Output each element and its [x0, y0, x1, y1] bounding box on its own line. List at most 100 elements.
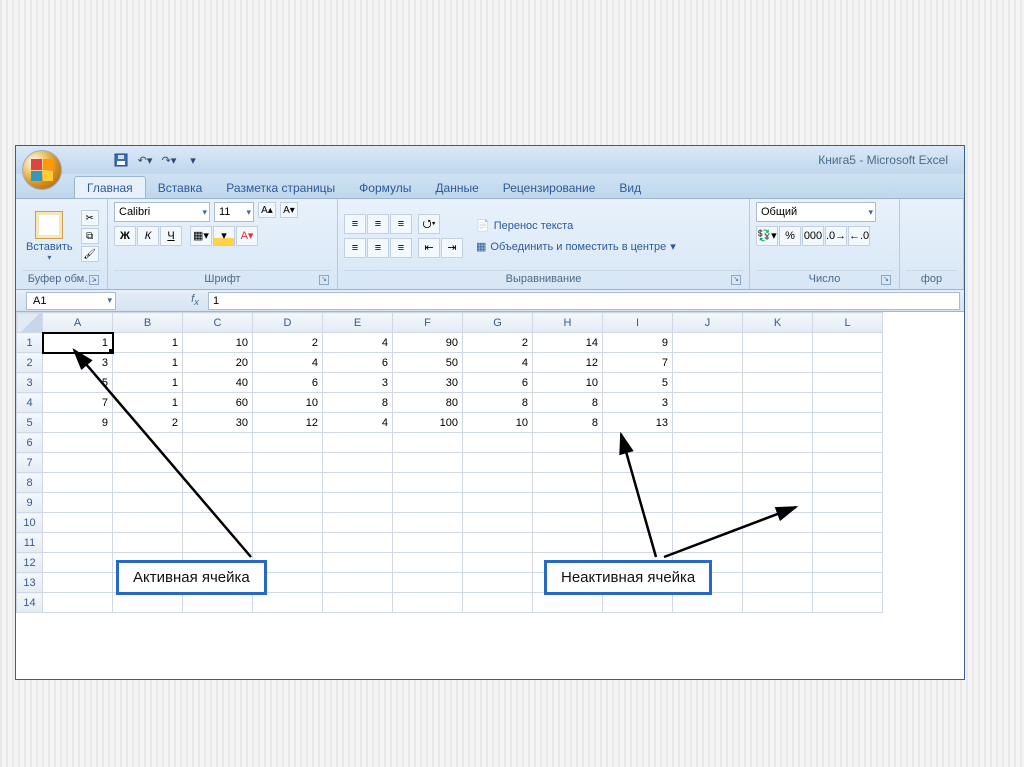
merge-center-button[interactable]: ▦ Объединить и поместить в центре ▾: [471, 237, 681, 256]
cell[interactable]: [673, 393, 743, 413]
cell[interactable]: [673, 533, 743, 553]
column-header[interactable]: F: [393, 313, 463, 333]
cell[interactable]: [463, 573, 533, 593]
cell[interactable]: [43, 453, 113, 473]
cell[interactable]: [183, 513, 253, 533]
cell[interactable]: [673, 413, 743, 433]
cell[interactable]: 2: [253, 333, 323, 353]
cell[interactable]: [393, 453, 463, 473]
cell[interactable]: [253, 513, 323, 533]
cell[interactable]: [253, 433, 323, 453]
column-header[interactable]: B: [113, 313, 183, 333]
cell[interactable]: [813, 473, 883, 493]
cell[interactable]: 12: [533, 353, 603, 373]
select-all-corner[interactable]: [17, 313, 43, 333]
cell[interactable]: [393, 533, 463, 553]
cell[interactable]: 5: [43, 373, 113, 393]
cell[interactable]: [813, 533, 883, 553]
font-color-button[interactable]: A▾: [236, 226, 258, 246]
cell[interactable]: [183, 533, 253, 553]
cell[interactable]: 6: [323, 353, 393, 373]
font-size-combo[interactable]: 11: [214, 202, 254, 222]
tab-data[interactable]: Данные: [423, 177, 490, 198]
row-header[interactable]: 8: [17, 473, 43, 493]
undo-icon[interactable]: ↶▾: [136, 151, 154, 169]
cell[interactable]: [533, 513, 603, 533]
increase-decimal-icon[interactable]: .0→: [825, 226, 847, 246]
redo-icon[interactable]: ↷▾: [160, 151, 178, 169]
cell[interactable]: 1: [113, 393, 183, 413]
formula-input[interactable]: 1: [208, 292, 960, 310]
cell[interactable]: [743, 333, 813, 353]
cell[interactable]: [673, 493, 743, 513]
cell[interactable]: [533, 533, 603, 553]
currency-button[interactable]: 💱▾: [756, 226, 778, 246]
row-header[interactable]: 7: [17, 453, 43, 473]
cell[interactable]: 3: [323, 373, 393, 393]
align-right-icon[interactable]: ≡: [390, 238, 412, 258]
cell[interactable]: [113, 513, 183, 533]
cell[interactable]: [463, 553, 533, 573]
tab-view[interactable]: Вид: [607, 177, 653, 198]
cell[interactable]: [743, 593, 813, 613]
cell[interactable]: [393, 493, 463, 513]
cell[interactable]: 1: [43, 333, 113, 353]
cell[interactable]: 30: [393, 373, 463, 393]
cell[interactable]: 7: [603, 353, 673, 373]
cell[interactable]: [673, 473, 743, 493]
cell[interactable]: [813, 553, 883, 573]
cell[interactable]: [323, 573, 393, 593]
cell[interactable]: 8: [323, 393, 393, 413]
cell[interactable]: [533, 453, 603, 473]
cell[interactable]: [43, 593, 113, 613]
cell[interactable]: [603, 473, 673, 493]
number-launcher-icon[interactable]: ↘: [881, 275, 891, 285]
cell[interactable]: 4: [323, 413, 393, 433]
cell[interactable]: [43, 573, 113, 593]
cell[interactable]: [113, 533, 183, 553]
cell[interactable]: 3: [43, 353, 113, 373]
cell[interactable]: 20: [183, 353, 253, 373]
cell[interactable]: [113, 493, 183, 513]
shrink-font-icon[interactable]: A▾: [280, 202, 298, 218]
cell[interactable]: [743, 373, 813, 393]
number-format-combo[interactable]: Общий: [756, 202, 876, 222]
cell[interactable]: 40: [183, 373, 253, 393]
column-header[interactable]: C: [183, 313, 253, 333]
cell[interactable]: [813, 573, 883, 593]
column-header[interactable]: J: [673, 313, 743, 333]
cell[interactable]: [673, 453, 743, 473]
cell[interactable]: 1: [113, 333, 183, 353]
column-header[interactable]: D: [253, 313, 323, 333]
cell[interactable]: [673, 433, 743, 453]
cell[interactable]: [113, 593, 183, 613]
cell[interactable]: 60: [183, 393, 253, 413]
cell[interactable]: [533, 593, 603, 613]
cell[interactable]: 9: [43, 413, 113, 433]
cell[interactable]: [183, 593, 253, 613]
cell[interactable]: 8: [533, 413, 603, 433]
cell[interactable]: [743, 513, 813, 533]
orientation-icon[interactable]: ⭯▾: [418, 214, 440, 234]
cell[interactable]: [43, 433, 113, 453]
cell[interactable]: [743, 453, 813, 473]
cell[interactable]: [603, 493, 673, 513]
decrease-indent-icon[interactable]: ⇤: [418, 238, 440, 258]
comma-style-button[interactable]: 000: [802, 226, 824, 246]
cell[interactable]: [393, 433, 463, 453]
cell[interactable]: [323, 453, 393, 473]
cell[interactable]: 13: [603, 413, 673, 433]
cell[interactable]: 4: [253, 353, 323, 373]
save-icon[interactable]: [112, 151, 130, 169]
cell[interactable]: [43, 513, 113, 533]
cell[interactable]: [393, 473, 463, 493]
paste-button[interactable]: Вставить ▾: [22, 209, 77, 264]
cell[interactable]: [323, 533, 393, 553]
cell[interactable]: [183, 473, 253, 493]
cell[interactable]: [533, 473, 603, 493]
row-header[interactable]: 6: [17, 433, 43, 453]
increase-indent-icon[interactable]: ⇥: [441, 238, 463, 258]
cell[interactable]: [743, 533, 813, 553]
cell[interactable]: [463, 493, 533, 513]
cell[interactable]: [463, 533, 533, 553]
